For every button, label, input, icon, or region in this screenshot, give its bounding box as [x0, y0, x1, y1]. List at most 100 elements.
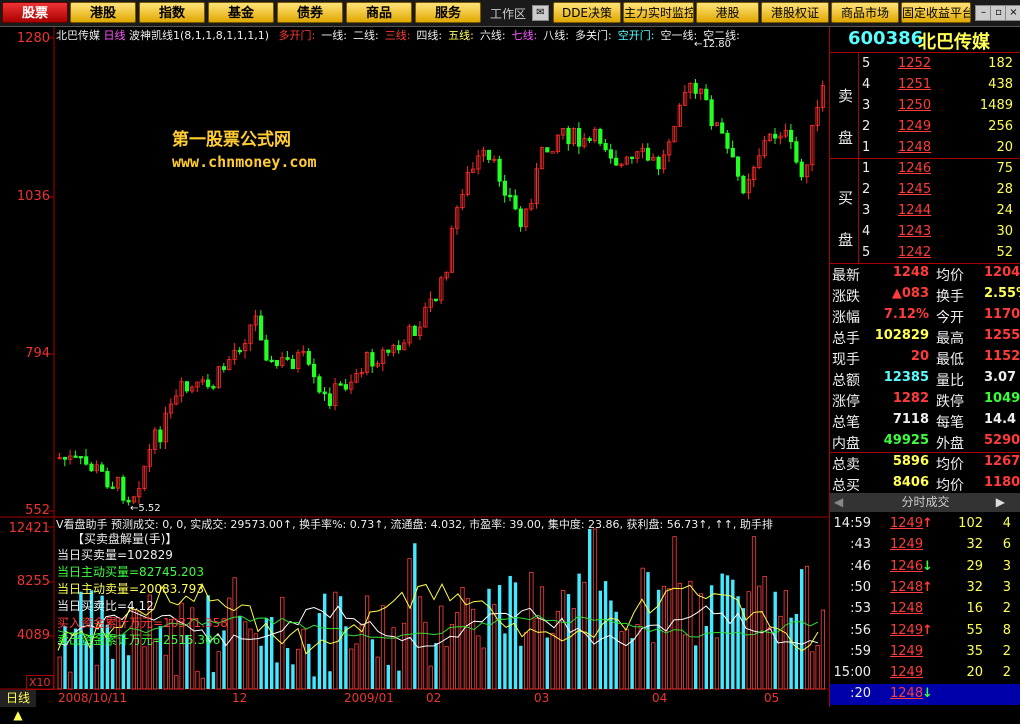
candle: [545, 147, 550, 153]
info-row-3: 总手 102829 最高 1255: [832, 328, 1020, 347]
volume-stats: 当日买卖量=102829 当日主动买量=82745.203 当日主动卖量=20083…: [57, 546, 228, 648]
volume-bar: [503, 633, 507, 689]
toolbar-button-5[interactable]: 商品: [346, 2, 412, 23]
buy-row-3[interactable]: 4 1243 30: [830, 222, 1020, 243]
x-label-1: 12: [232, 691, 248, 705]
toolbar-button-2[interactable]: 指数: [139, 2, 205, 23]
volume-bar: [513, 582, 518, 689]
next-icon: ▶: [995, 495, 1005, 509]
info-row-1: 涨跌▲083换手2.55%: [832, 286, 1020, 305]
mail-icon[interactable]: ✉: [532, 5, 549, 21]
candle: [577, 128, 582, 147]
candle: [741, 175, 746, 194]
sub-chart-title: 【买卖盘解量(手)】: [72, 532, 178, 546]
volume-bar: [694, 645, 698, 689]
buy-row-0[interactable]: 1 1246 75: [830, 159, 1020, 180]
buy-row-2[interactable]: 3 1244 24: [830, 201, 1020, 222]
candle: [396, 345, 402, 351]
candle: [486, 149, 492, 160]
level: 1: [862, 161, 871, 176]
candle: [274, 360, 280, 366]
tick-row-5: :56 1249 ↑ 55 8: [850, 622, 1011, 638]
toolbar-small-button-0[interactable]: DDE决策: [553, 2, 621, 23]
candle: [720, 122, 725, 134]
candle: [221, 366, 227, 370]
price: 1249: [898, 119, 932, 134]
chart-area[interactable]: 1280 1036 794 552 12421 8255 4089 X10 北巴…: [0, 27, 828, 722]
candle: [285, 357, 290, 360]
toolbar-small-button-2[interactable]: 港股: [696, 2, 759, 23]
level: 2: [862, 119, 871, 134]
ticks-title-bar[interactable]: ◀ 分时成交 ▶: [830, 493, 1020, 512]
tick-row-2: :46 1246 ↓ 29 3: [850, 558, 1011, 574]
indicator-item-2: 二线:: [352, 29, 379, 42]
candle: [614, 157, 619, 166]
x-axis: 日线 ▲ 2008/10/11 12 2009/01 02 03 04 05: [0, 690, 828, 722]
candle: [736, 156, 741, 177]
toolbar-small-button-5[interactable]: 固定收益平台: [901, 2, 971, 23]
price: 1243: [898, 224, 932, 239]
candle: [62, 456, 68, 460]
candle: [709, 99, 714, 127]
totals-row-1: 总买 8406 均价 1180: [832, 475, 1020, 494]
workspace-label[interactable]: 工作区: [490, 5, 526, 22]
toolbar-button-0[interactable]: 股票: [2, 2, 68, 23]
candle: [158, 429, 163, 443]
volume: 256: [988, 119, 1013, 134]
indicator-item-4: 四线:: [416, 29, 443, 42]
volume-bar: [111, 658, 115, 689]
close-icon[interactable]: ×: [1005, 5, 1020, 21]
candle: [566, 127, 571, 145]
high-marker: ←12.80: [694, 39, 732, 50]
candle: [100, 464, 105, 472]
buy-row-4[interactable]: 5 1242 52: [830, 243, 1020, 264]
x-label-2: 2009/01: [344, 691, 394, 705]
y-label-1036: 1036: [16, 189, 50, 204]
info-row-4: 现手 20 最低 1152: [832, 349, 1020, 368]
volume-bar: [434, 643, 438, 689]
toolbar-button-6[interactable]: 服务: [415, 2, 481, 23]
candle: [237, 349, 242, 353]
tick-row-6: :59 1249 35 2: [850, 643, 1011, 659]
candle: [338, 383, 343, 386]
volume: 24: [996, 203, 1013, 218]
buy-row-1[interactable]: 2 1245 28: [830, 180, 1020, 201]
volume-bar: [259, 645, 263, 689]
toolbar-small-button-3[interactable]: 港股权证: [761, 2, 829, 23]
candle: [269, 359, 274, 363]
stat-line-5: 卖出资金累计万元=2515.306: [57, 633, 221, 647]
indicator-name[interactable]: 波神凯线1(8,1,1,8,1,1,1,1): [129, 29, 269, 42]
info-row-2: 涨幅 7.12% 今开 1170: [832, 307, 1020, 326]
stat-line-3: 当日买卖比=4.12: [57, 599, 154, 613]
candle: [121, 476, 126, 501]
top-toolbar: 股票 港股 指数 基金 债券 商品 服务 工作区 ✉ DDE决策 主力实时监控 港股 港股权证 商品市场固…: [0, 0, 1020, 27]
vol-label-8255: 8255: [16, 574, 50, 589]
period-tab[interactable]: 日线 ▲: [0, 690, 36, 722]
y-label-794: 794: [25, 346, 50, 361]
indicator-item-7: 七线:: [511, 29, 538, 42]
volume-bar: [413, 543, 417, 689]
chart-header: 北巴传媒 日线 波神凯线1(8,1,1,8,1,1,1,1) 多开门: 一线: 二线…: [56, 27, 740, 43]
tick-row-8: :20 1248 ↓: [830, 684, 1020, 706]
toolbar-button-4[interactable]: 债券: [277, 2, 343, 23]
volume-bar: [84, 641, 88, 689]
volume-bar: [497, 585, 502, 689]
stat-line-0: 当日买卖量=102829: [57, 548, 173, 562]
level: 3: [862, 203, 871, 218]
indicator-item-6: 六线:: [479, 29, 506, 42]
candle: [370, 352, 375, 367]
price: 1248: [898, 140, 932, 155]
quote-panel: 600386 北巴传媒 5 1252 182 4 1251 438 3 1250 1489 2 12…: [829, 27, 1020, 707]
candle: [645, 147, 651, 161]
period-label[interactable]: 日线: [104, 29, 126, 42]
toolbar-button-3[interactable]: 基金: [208, 2, 274, 23]
toolbar-small-button-1[interactable]: 主力实时监控: [623, 2, 694, 23]
level: 5: [862, 245, 871, 260]
candle: [412, 325, 417, 336]
volume: 182: [988, 56, 1013, 71]
volume-bar: [794, 613, 799, 689]
buy-label: 买盘: [838, 189, 854, 249]
toolbar-button-1[interactable]: 港股: [70, 2, 136, 23]
toolbar-small-button-4[interactable]: 商品市场: [831, 2, 899, 23]
price: 1242: [898, 245, 932, 260]
